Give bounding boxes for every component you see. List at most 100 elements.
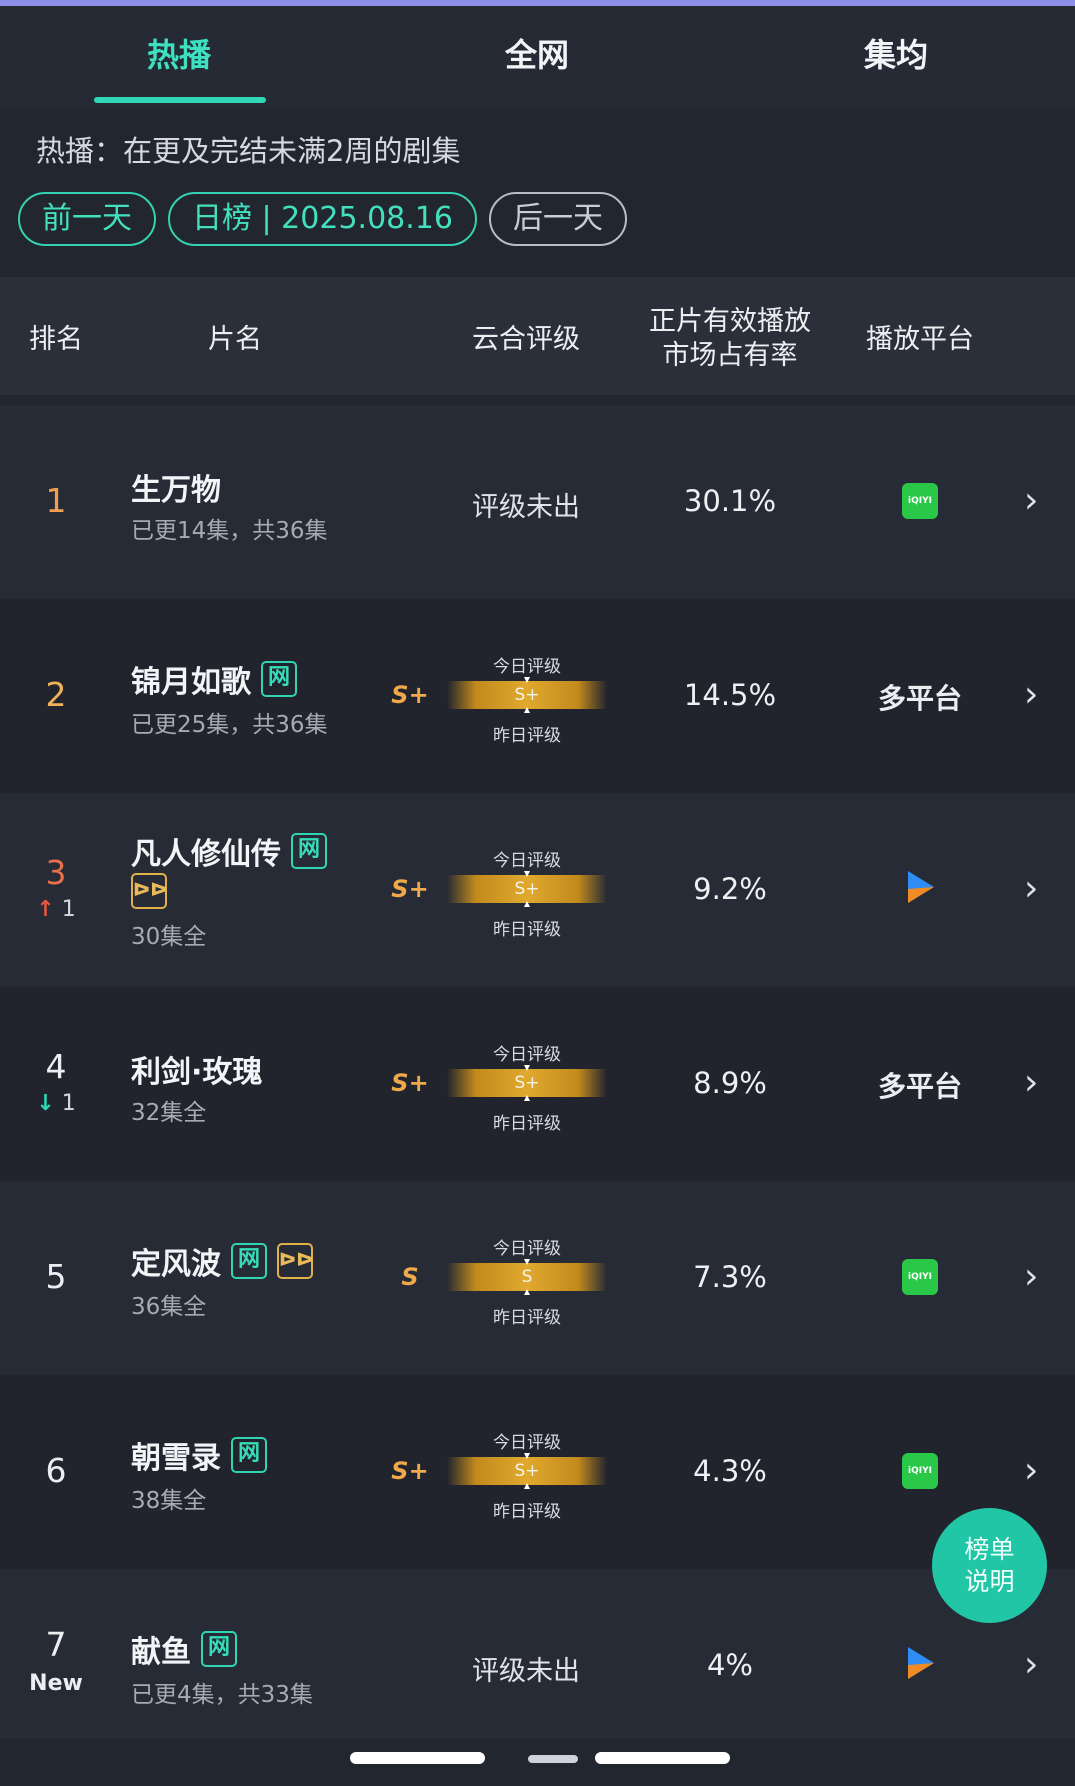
episode-info: 已更14集，共36集 [131, 518, 328, 544]
drama-title: 锦月如歌网 [131, 657, 297, 701]
rank-change-value: 1 [61, 1091, 76, 1116]
tab-bar: 热播 全网 集均 [0, 6, 1075, 107]
table-row[interactable]: 5 定风波网 ᐅᐅ 36集全 S 今日评级 S 昨日评级 7.3% iQIYI › [0, 1181, 1075, 1375]
drama-title-text: 利剑·玫瑰 [131, 1055, 263, 1090]
network-badge: 网 [291, 833, 327, 869]
chevron-right-icon[interactable]: › [1024, 1063, 1048, 1103]
rating-bar-label: S+ [514, 879, 540, 899]
drama-title: 利剑·玫瑰 [131, 1047, 262, 1091]
rank-number: 4 [45, 1047, 67, 1086]
rating-unrated: 评级未出 [472, 1656, 580, 1687]
market-share: 14.5% [683, 678, 777, 712]
rank-number: 2 [45, 675, 67, 714]
market-share: 30.1% [683, 484, 777, 518]
nav-gesture-bar-left [350, 1752, 485, 1764]
table-row[interactable]: 1 生万物 已更14集，共36集 评级未出 30.1% iQIYI › [0, 405, 1075, 599]
network-badge: 网 [201, 1631, 237, 1667]
current-date-button[interactable]: 日榜 | 2025.08.16 [168, 192, 477, 246]
iqiyi-icon: iQIYI [902, 1259, 938, 1295]
iqiyi-icon: iQIYI [902, 483, 938, 519]
table-row[interactable]: 2 锦月如歌网 已更25集，共36集 S+ 今日评级 S+ 昨日评级 14.5%… [0, 599, 1075, 793]
ranking-help-button[interactable]: 榜单 说明 [932, 1508, 1047, 1623]
drama-title-text: 朝雪录 [131, 1441, 221, 1476]
market-share: 8.9% [693, 1066, 767, 1100]
rank-number: 1 [45, 481, 67, 520]
fast-forward-badge-icon: ᐅᐅ [277, 1243, 313, 1279]
yesterday-rating-label: 昨日评级 [493, 1114, 561, 1134]
drama-title: 朝雪录网 [131, 1433, 267, 1477]
rating-grade: S+ [391, 1457, 429, 1485]
today-rating-label: 今日评级 [493, 1045, 561, 1065]
rating-bar: S+ [447, 677, 607, 713]
prev-day-button[interactable]: 前一天 [18, 192, 156, 246]
rank-number: 7 [45, 1625, 67, 1664]
today-rating-label: 今日评级 [493, 1433, 561, 1453]
today-rating-label: 今日评级 [493, 851, 561, 871]
arrow-down-icon: ↓ [36, 1091, 55, 1116]
next-day-button[interactable]: 后一天 [488, 192, 627, 246]
drama-title: 定风波网 ᐅᐅ [131, 1239, 313, 1283]
drama-title: 凡人修仙传网 [131, 829, 327, 873]
rank-number: 5 [45, 1257, 67, 1296]
header-share-line2: 市场占有率 [662, 340, 798, 371]
drama-title-text: 锦月如歌 [131, 665, 251, 700]
rating-unrated: 评级未出 [472, 492, 580, 523]
rating-bar-label: S [521, 1267, 533, 1287]
table-row[interactable]: 4 ↓ 1 利剑·玫瑰 32集全 S+ 今日评级 S+ 昨日评级 8.9% 多平… [0, 987, 1075, 1181]
rating-grade: S [401, 1263, 419, 1291]
tab-per-episode[interactable]: 集均 [717, 6, 1075, 107]
tab-hot[interactable]: 热播 [0, 6, 358, 107]
episode-info: 已更25集，共36集 [131, 712, 328, 738]
drama-title: 生万物 [131, 465, 221, 509]
date-navigation: 前一天 日榜 | 2025.08.16 后一天 [18, 192, 627, 248]
chevron-right-icon[interactable]: › [1024, 869, 1048, 909]
chevron-right-icon[interactable]: › [1024, 1257, 1048, 1297]
chevron-right-icon[interactable]: › [1024, 675, 1048, 715]
network-badge: 网 [231, 1243, 267, 1279]
episode-info: 30集全 [131, 924, 207, 950]
rating-grade: S+ [391, 1069, 429, 1097]
drama-title: 献鱼网 [131, 1627, 237, 1671]
episode-info: 已更4集，共33集 [131, 1682, 313, 1708]
table-row[interactable]: 7 New 献鱼网 已更4集，共33集 评级未出 4% › [0, 1569, 1075, 1739]
drama-title-text: 定风波 [131, 1247, 221, 1282]
arrow-up-icon: ↑ [36, 897, 55, 922]
market-share: 4% [706, 1648, 753, 1682]
chevron-right-icon[interactable]: › [1024, 1451, 1048, 1491]
episode-info: 38集全 [131, 1488, 207, 1514]
header-platform: 播放平台 [866, 324, 974, 355]
rank-number: 6 [45, 1451, 67, 1490]
rating-bar: S+ [447, 1453, 607, 1489]
chevron-right-icon[interactable]: › [1024, 1645, 1048, 1685]
drama-title-text: 凡人修仙传 [131, 837, 281, 872]
platform-text: 多平台 [877, 1070, 962, 1103]
chevron-right-icon[interactable]: › [1024, 481, 1048, 521]
market-share: 9.2% [693, 872, 767, 906]
rating-bar: S+ [447, 871, 607, 907]
rank-down-indicator: ↓ 1 [20, 1091, 92, 1116]
rating-bar: S+ [447, 1065, 607, 1101]
network-badge: 网 [231, 1437, 267, 1473]
drama-title-text: 生万物 [131, 473, 221, 508]
table-row[interactable]: 3 ↑ 1 凡人修仙传网 ᐅᐅ 30集全 S+ 今日评级 S+ 昨日评级 9.2… [0, 793, 1075, 987]
rank-change-value: 1 [61, 897, 76, 922]
header-title: 片名 [208, 324, 262, 355]
header-rank: 排名 [29, 324, 83, 355]
rating-bar: S [447, 1259, 607, 1295]
rating-grade: S+ [391, 875, 429, 903]
market-share: 4.3% [693, 1454, 767, 1488]
new-entry-label: New [29, 1671, 83, 1696]
episode-info: 32集全 [131, 1100, 207, 1126]
today-rating-label: 今日评级 [493, 657, 561, 677]
rating-bar-label: S+ [514, 685, 540, 705]
today-rating-label: 今日评级 [493, 1239, 561, 1259]
table-row[interactable]: 6 朝雪录网 38集全 S+ 今日评级 S+ 昨日评级 4.3% iQIYI › [0, 1375, 1075, 1569]
rating-grade: S+ [391, 681, 429, 709]
platform-text: 多平台 [877, 682, 962, 715]
network-badge: 网 [261, 661, 297, 697]
tab-all-network[interactable]: 全网 [358, 6, 716, 107]
yesterday-rating-label: 昨日评级 [493, 1308, 561, 1328]
header-rating: 云合评级 [472, 324, 580, 355]
episode-info: 36集全 [131, 1294, 207, 1320]
rating-bar-label: S+ [514, 1073, 540, 1093]
